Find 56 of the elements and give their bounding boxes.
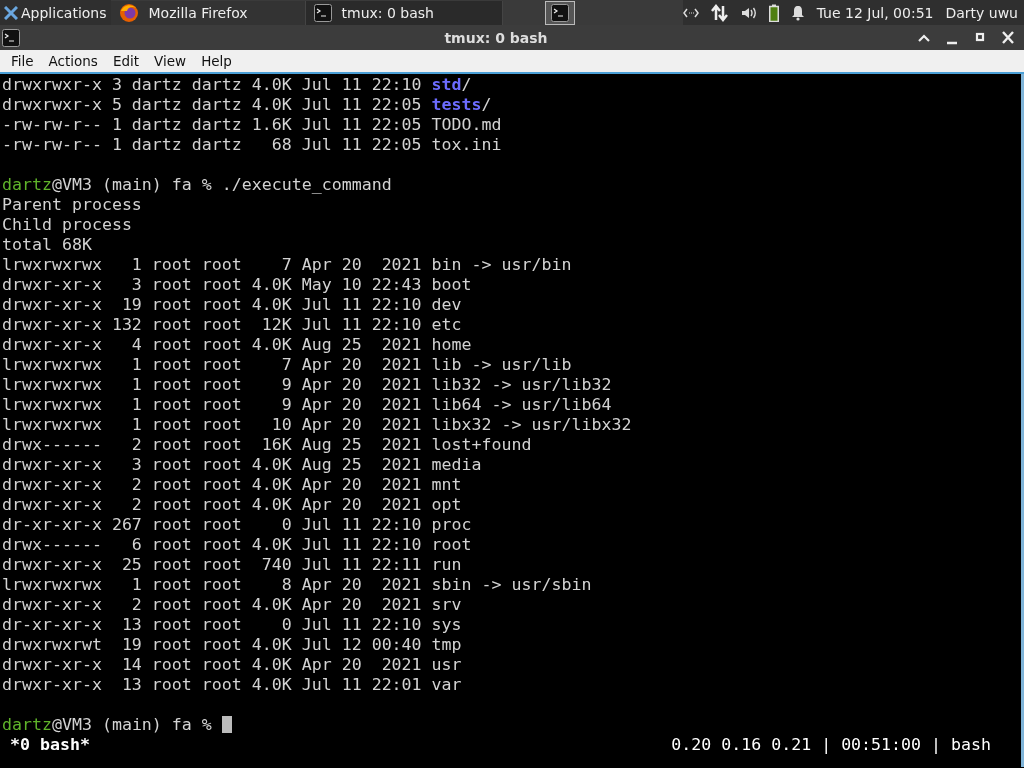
terminal-line: drwxr-xr-x 4 root root 4.0K Aug 25 2021 home xyxy=(2,335,472,354)
network-icon[interactable] xyxy=(682,7,699,18)
terminal-line: lrwxrwxrwx 1 root root 9 Apr 20 2021 lib64 -> usr/lib64 xyxy=(2,395,612,414)
terminal-icon xyxy=(313,3,332,22)
terminal-icon xyxy=(2,28,20,47)
terminal-line: drwxr-xr-x 3 root root 4.0K Aug 25 2021 media xyxy=(2,455,482,474)
menu-item[interactable]: Edit xyxy=(104,53,147,69)
speaker-icon[interactable] xyxy=(740,5,757,20)
terminal-line: drwxrwxr-x 3 dartz dartz 4.0K Jul 11 22:10 std/ xyxy=(2,75,472,94)
terminal-line: total 68K xyxy=(2,235,92,254)
terminal-line: dartz@VM3 (main) fa % ./execute_command xyxy=(2,175,392,194)
terminal-launcher[interactable] xyxy=(544,0,575,25)
terminal-line: Parent process xyxy=(2,195,142,214)
clock[interactable]: Tue 12 Jul, 00:51 xyxy=(816,4,934,21)
menu-item[interactable]: Help xyxy=(193,53,239,69)
battery-icon[interactable] xyxy=(768,3,779,22)
terminal-line: drwx------ 2 root root 16K Aug 25 2021 lost+found xyxy=(2,435,532,454)
terminal-icon xyxy=(550,3,569,22)
cross-icon xyxy=(4,5,18,20)
menu-item[interactable]: File xyxy=(3,53,41,69)
bell-icon[interactable] xyxy=(790,4,805,21)
terminal-line: drwxr-xr-x 2 root root 4.0K Apr 20 2021 mnt xyxy=(2,475,462,494)
tmux-status: 0.20 0.16 0.21 | 00:51:00 | bash xyxy=(671,735,991,755)
terminal-line: lrwxrwxrwx 1 root root 10 Apr 20 2021 libx32 -> usr/libx32 xyxy=(2,415,632,434)
terminal-line: -rw-rw-r-- 1 dartz dartz 68 Jul 11 22:05 tox.ini xyxy=(2,135,502,154)
browser-icon xyxy=(118,2,139,23)
taskbar-button[interactable]: tmux: 0 bash xyxy=(305,0,503,25)
terminal-line: drwxr-xr-x 14 root root 4.0K Apr 20 2021 usr xyxy=(2,655,462,674)
terminal-line: dr-xr-xr-x 267 root root 0 Jul 11 22:10 proc xyxy=(2,515,472,534)
tmux-window-label: *0 bash* xyxy=(10,735,90,755)
terminal-line: drwxr-xr-x 2 root root 4.0K Apr 20 2021 opt xyxy=(2,495,462,514)
transfer-arrows-icon[interactable] xyxy=(710,3,729,22)
terminal-line: drwxr-xr-x 25 root root 740 Jul 11 22:11 run xyxy=(2,555,462,574)
terminal-line: drwxr-xr-x 13 root root 4.0K Jul 11 22:01 var xyxy=(2,675,462,694)
window-title: tmux: 0 bash xyxy=(443,29,549,46)
terminal-line: drwxrwxrwt 19 root root 4.0K Jul 12 00:40 tmp xyxy=(2,635,462,654)
terminal-line: lrwxrwxrwx 1 root root 8 Apr 20 2021 sbin -> usr/sbin xyxy=(2,575,592,594)
terminal-line: drwxr-xr-x 3 root root 4.0K May 10 22:43 boot xyxy=(2,275,472,294)
terminal-line: dr-xr-xr-x 13 root root 0 Jul 11 22:10 sys xyxy=(2,615,462,634)
terminal-line: drwxr-xr-x 19 root root 4.0K Jul 11 22:10 dev xyxy=(2,295,462,314)
terminal-cursor xyxy=(221,716,232,733)
terminal-line: drwx------ 6 root root 4.0K Jul 11 22:10 root xyxy=(2,535,472,554)
terminal-line: drwxrwxr-x 5 dartz dartz 4.0K Jul 11 22:05 tests/ xyxy=(2,95,492,114)
applications-menu[interactable]: Applications xyxy=(0,0,111,25)
menu-item[interactable]: View xyxy=(146,53,194,69)
terminal-line: drwxr-xr-x 2 root root 4.0K Apr 20 2021 srv xyxy=(2,595,462,614)
menu-item[interactable]: Actions xyxy=(40,53,105,69)
terminal-line: lrwxrwxrwx 1 root root 7 Apr 20 2021 lib -> usr/lib xyxy=(2,355,572,374)
terminal-line: lrwxrwxrwx 1 root root 9 Apr 20 2021 lib32 -> usr/lib32 xyxy=(2,375,612,394)
terminal-line: drwxr-xr-x 132 root root 12K Jul 11 22:10 etc xyxy=(2,315,462,334)
taskbar-button[interactable]: Mozilla Firefox xyxy=(110,0,306,25)
user-name[interactable]: Darty uwu xyxy=(945,4,1018,21)
terminal-line: Child process xyxy=(2,215,132,234)
terminal-line: dartz@VM3 (main) fa % xyxy=(2,715,213,734)
terminal-line: -rw-rw-r-- 1 dartz dartz 1.6K Jul 11 22:05 TODO.md xyxy=(2,115,502,134)
terminal-line: lrwxrwxrwx 1 root root 7 Apr 20 2021 bin -> usr/bin xyxy=(2,255,572,274)
